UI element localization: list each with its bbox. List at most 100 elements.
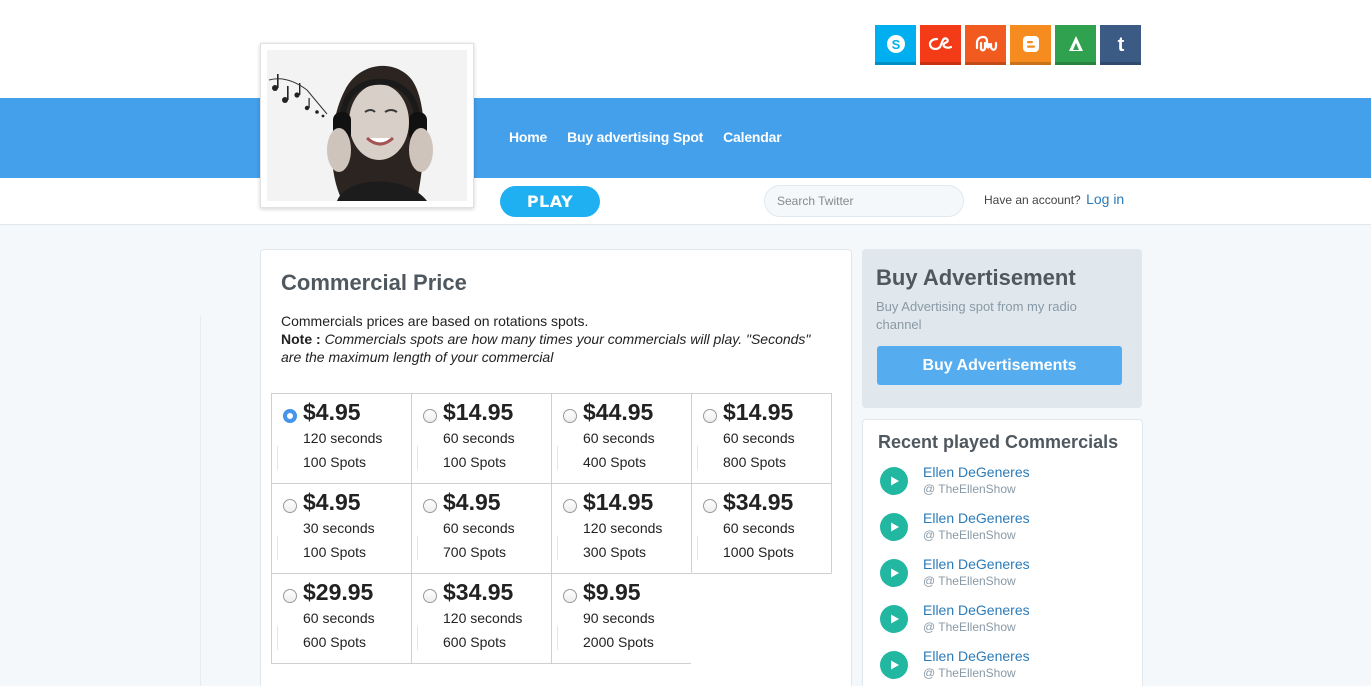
price-option-radio[interactable]: [563, 409, 577, 423]
commercial-price-description: Commercials prices are based on rotation…: [281, 312, 826, 366]
sub-bar: [0, 178, 1371, 225]
price-option-price: $14.95: [443, 399, 514, 425]
price-option-spots: 1000 Spots: [723, 544, 794, 560]
recent-commercials-title: Recent played Commercials: [878, 432, 1119, 452]
price-option-radio[interactable]: [283, 409, 297, 423]
social-icons: S t: [875, 25, 1141, 65]
price-option-seconds: 60 seconds: [723, 430, 795, 446]
buy-advertisement-title: Buy Advertisement: [876, 265, 1076, 290]
price-option-seconds: 120 seconds: [583, 520, 663, 536]
price-option-spots: 600 Spots: [443, 634, 507, 650]
price-option-spots: 2000 Spots: [583, 634, 654, 650]
commercial-name-link[interactable]: Ellen DeGeneres: [923, 648, 1030, 664]
price-option[interactable]: $4.95 120 seconds 100 Spots: [271, 393, 412, 484]
play-button[interactable]: PLAY: [500, 186, 600, 217]
divider: [557, 536, 558, 560]
avatar-card: [260, 43, 474, 208]
buy-advertisements-button[interactable]: Buy Advertisements: [877, 346, 1122, 385]
price-option[interactable]: $34.95 120 seconds 600 Spots: [411, 573, 552, 664]
price-option-radio[interactable]: [703, 499, 717, 513]
stumbleupon-icon[interactable]: [965, 25, 1006, 65]
divider: [200, 316, 201, 686]
price-option[interactable]: $14.95 120 seconds 300 Spots: [551, 483, 692, 574]
commercial-name-link[interactable]: Ellen DeGeneres: [923, 510, 1030, 526]
list-item: Ellen DeGeneres @ TheEllenShow: [880, 554, 1130, 600]
price-option-price: $14.95: [583, 489, 654, 515]
divider: [417, 536, 418, 560]
price-option[interactable]: $4.95 30 seconds 100 Spots: [271, 483, 412, 574]
price-option-radio[interactable]: [703, 409, 717, 423]
price-option-seconds: 60 seconds: [723, 520, 795, 536]
price-option-seconds: 60 seconds: [443, 430, 515, 446]
price-option-price: $4.95: [303, 399, 361, 425]
commercial-handle: @ TheEllenShow: [923, 574, 1016, 588]
price-option-radio[interactable]: [563, 499, 577, 513]
tumblr-icon[interactable]: t: [1100, 25, 1141, 65]
price-option-radio[interactable]: [423, 499, 437, 513]
nav-buy-advertising-spot[interactable]: Buy advertising Spot: [567, 129, 703, 145]
price-row: $4.95 120 seconds 100 Spots $14.95 60 second…: [271, 393, 836, 484]
play-icon[interactable]: [880, 467, 908, 495]
play-icon[interactable]: [880, 651, 908, 679]
play-icon[interactable]: [880, 513, 908, 541]
drive-icon[interactable]: [1055, 25, 1096, 65]
list-item: Ellen DeGeneres @ TheEllenShow: [880, 462, 1130, 508]
price-option-spots: 400 Spots: [583, 454, 647, 470]
commercial-handle: @ TheEllenShow: [923, 620, 1016, 634]
recent-commercials-card: Recent played Commercials Ellen DeGenere…: [862, 419, 1143, 686]
search-input[interactable]: [764, 185, 964, 217]
price-option[interactable]: $9.95 90 seconds 2000 Spots: [551, 573, 692, 664]
price-option[interactable]: $4.95 60 seconds 700 Spots: [411, 483, 552, 574]
price-option-price: $4.95: [303, 489, 361, 515]
price-option[interactable]: $14.95 60 seconds 100 Spots: [411, 393, 552, 484]
list-item: Ellen DeGeneres @ TheEllenShow: [880, 508, 1130, 554]
commercial-price-title: Commercial Price: [281, 270, 467, 295]
empty-cell: [691, 573, 832, 664]
recent-commercials-list: Ellen DeGeneres @ TheEllenShow Ellen DeGen…: [880, 462, 1130, 686]
price-option-seconds: 60 seconds: [303, 610, 375, 626]
commercial-name-link[interactable]: Ellen DeGeneres: [923, 556, 1030, 572]
price-option-price: $9.95: [583, 579, 641, 605]
play-icon[interactable]: [880, 605, 908, 633]
blogger-icon[interactable]: [1010, 25, 1051, 65]
account-text: Have an account?: [984, 193, 1081, 207]
price-option-radio[interactable]: [283, 589, 297, 603]
price-option-radio[interactable]: [423, 589, 437, 603]
nav-calendar[interactable]: Calendar: [723, 129, 782, 145]
price-option[interactable]: $14.95 60 seconds 800 Spots: [691, 393, 832, 484]
price-option[interactable]: $44.95 60 seconds 400 Spots: [551, 393, 692, 484]
price-option-seconds: 120 seconds: [443, 610, 523, 626]
price-option-price: $34.95: [443, 579, 514, 605]
price-option-seconds: 30 seconds: [303, 520, 375, 536]
main-nav: Home Buy advertising Spot Calendar: [509, 129, 782, 145]
login-link[interactable]: Log in: [1086, 191, 1124, 207]
price-option-price: $29.95: [303, 579, 374, 605]
account-prompt: Have an account? Log in: [984, 191, 1124, 207]
buy-advertisement-card: Buy Advertisement Buy Advertising spot f…: [862, 249, 1142, 408]
skype-icon[interactable]: S: [875, 25, 916, 65]
play-icon[interactable]: [880, 559, 908, 587]
lastfm-icon[interactable]: [920, 25, 961, 65]
commercial-handle: @ TheEllenShow: [923, 666, 1016, 680]
price-option-seconds: 120 seconds: [303, 430, 383, 446]
price-option-radio[interactable]: [423, 409, 437, 423]
price-option[interactable]: $34.95 60 seconds 1000 Spots: [691, 483, 832, 574]
commercial-name-link[interactable]: Ellen DeGeneres: [923, 464, 1030, 480]
price-option-radio[interactable]: [563, 589, 577, 603]
price-option[interactable]: $29.95 60 seconds 600 Spots: [271, 573, 412, 664]
commercial-price-card: Commercial Price Commercials prices are …: [260, 249, 852, 686]
svg-text:S: S: [891, 37, 900, 52]
commercial-handle: @ TheEllenShow: [923, 482, 1016, 496]
divider: [557, 626, 558, 650]
price-option-spots: 300 Spots: [583, 544, 647, 560]
commercial-name-link[interactable]: Ellen DeGeneres: [923, 602, 1030, 618]
divider: [277, 446, 278, 470]
price-row: $4.95 30 seconds 100 Spots $4.95 60 seconds 7…: [271, 483, 836, 574]
price-option-spots: 700 Spots: [443, 544, 507, 560]
divider: [277, 536, 278, 560]
nav-home[interactable]: Home: [509, 129, 547, 145]
divider: [557, 446, 558, 470]
price-option-radio[interactable]: [283, 499, 297, 513]
list-item: Ellen DeGeneres @ TheEllenShow: [880, 646, 1130, 686]
divider: [417, 626, 418, 650]
